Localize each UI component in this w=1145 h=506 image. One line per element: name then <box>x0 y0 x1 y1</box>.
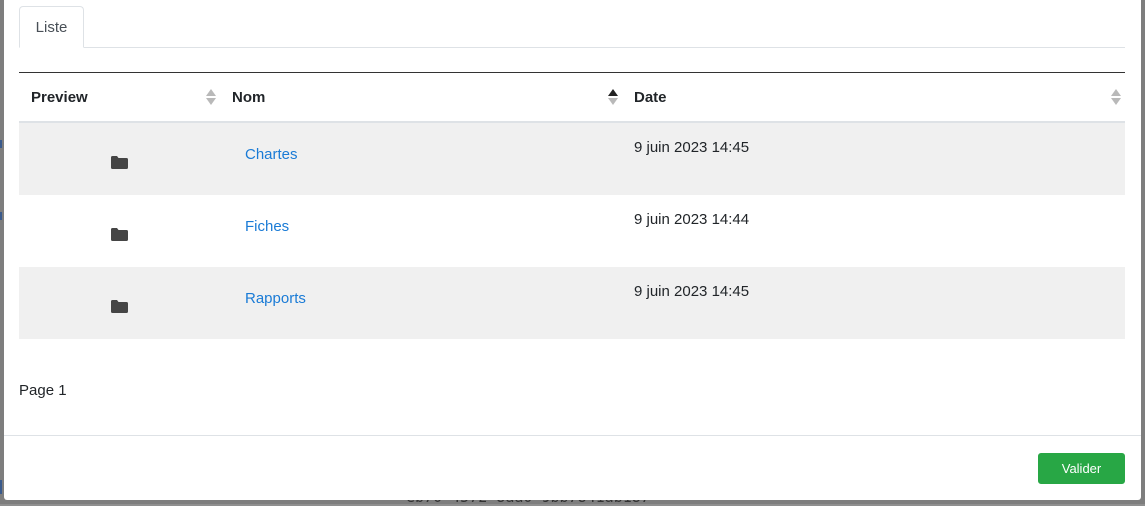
folder-icon <box>111 156 128 169</box>
date-cell: 9 juin 2023 14:45 <box>622 123 1125 195</box>
column-label: Preview <box>31 88 88 106</box>
folder-link[interactable]: Fiches <box>245 218 289 235</box>
preview-cell <box>19 195 220 267</box>
sort-ascending-icon <box>608 89 618 105</box>
name-cell: Chartes <box>220 123 622 195</box>
file-table: Preview Nom Date Chartes 9 juin 2023 14:… <box>19 72 1125 339</box>
folder-link[interactable]: Chartes <box>245 146 298 163</box>
background-fragment <box>0 140 2 148</box>
folder-link[interactable]: Rapports <box>245 290 306 307</box>
pagination-label: Page 1 <box>19 382 67 399</box>
column-header-preview[interactable]: Preview <box>19 73 220 121</box>
table-row[interactable]: Fiches 9 juin 2023 14:44 <box>19 195 1125 267</box>
folder-icon <box>111 228 128 241</box>
date-value: 9 juin 2023 14:45 <box>634 139 750 156</box>
column-header-date[interactable]: Date <box>622 73 1125 121</box>
sort-icon <box>206 89 216 105</box>
background-fragment <box>0 212 2 220</box>
name-cell: Fiches <box>220 195 622 267</box>
file-picker-modal: Liste Preview Nom Date Chartes 9 juin 20… <box>4 0 1141 500</box>
date-cell: 9 juin 2023 14:44 <box>622 195 1125 267</box>
name-cell: Rapports <box>220 267 622 339</box>
preview-cell <box>19 123 220 195</box>
background-fragment <box>0 480 2 494</box>
column-label: Nom <box>232 88 266 106</box>
preview-cell <box>19 267 220 339</box>
date-value: 9 juin 2023 14:44 <box>634 211 750 228</box>
table-row[interactable]: Chartes 9 juin 2023 14:45 <box>19 123 1125 195</box>
date-value: 9 juin 2023 14:45 <box>634 283 750 300</box>
tab-bar: Liste <box>19 6 1125 48</box>
modal-footer: Valider <box>4 435 1141 500</box>
tab-label: Liste <box>35 18 68 36</box>
table-header: Preview Nom Date <box>19 73 1125 123</box>
validate-button[interactable]: Valider <box>1038 453 1125 484</box>
table-row[interactable]: Rapports 9 juin 2023 14:45 <box>19 267 1125 339</box>
folder-icon <box>111 300 128 313</box>
column-header-nom[interactable]: Nom <box>220 73 622 121</box>
date-cell: 9 juin 2023 14:45 <box>622 267 1125 339</box>
tab-liste[interactable]: Liste <box>19 6 84 48</box>
sort-icon <box>1111 89 1121 105</box>
column-label: Date <box>634 88 667 106</box>
